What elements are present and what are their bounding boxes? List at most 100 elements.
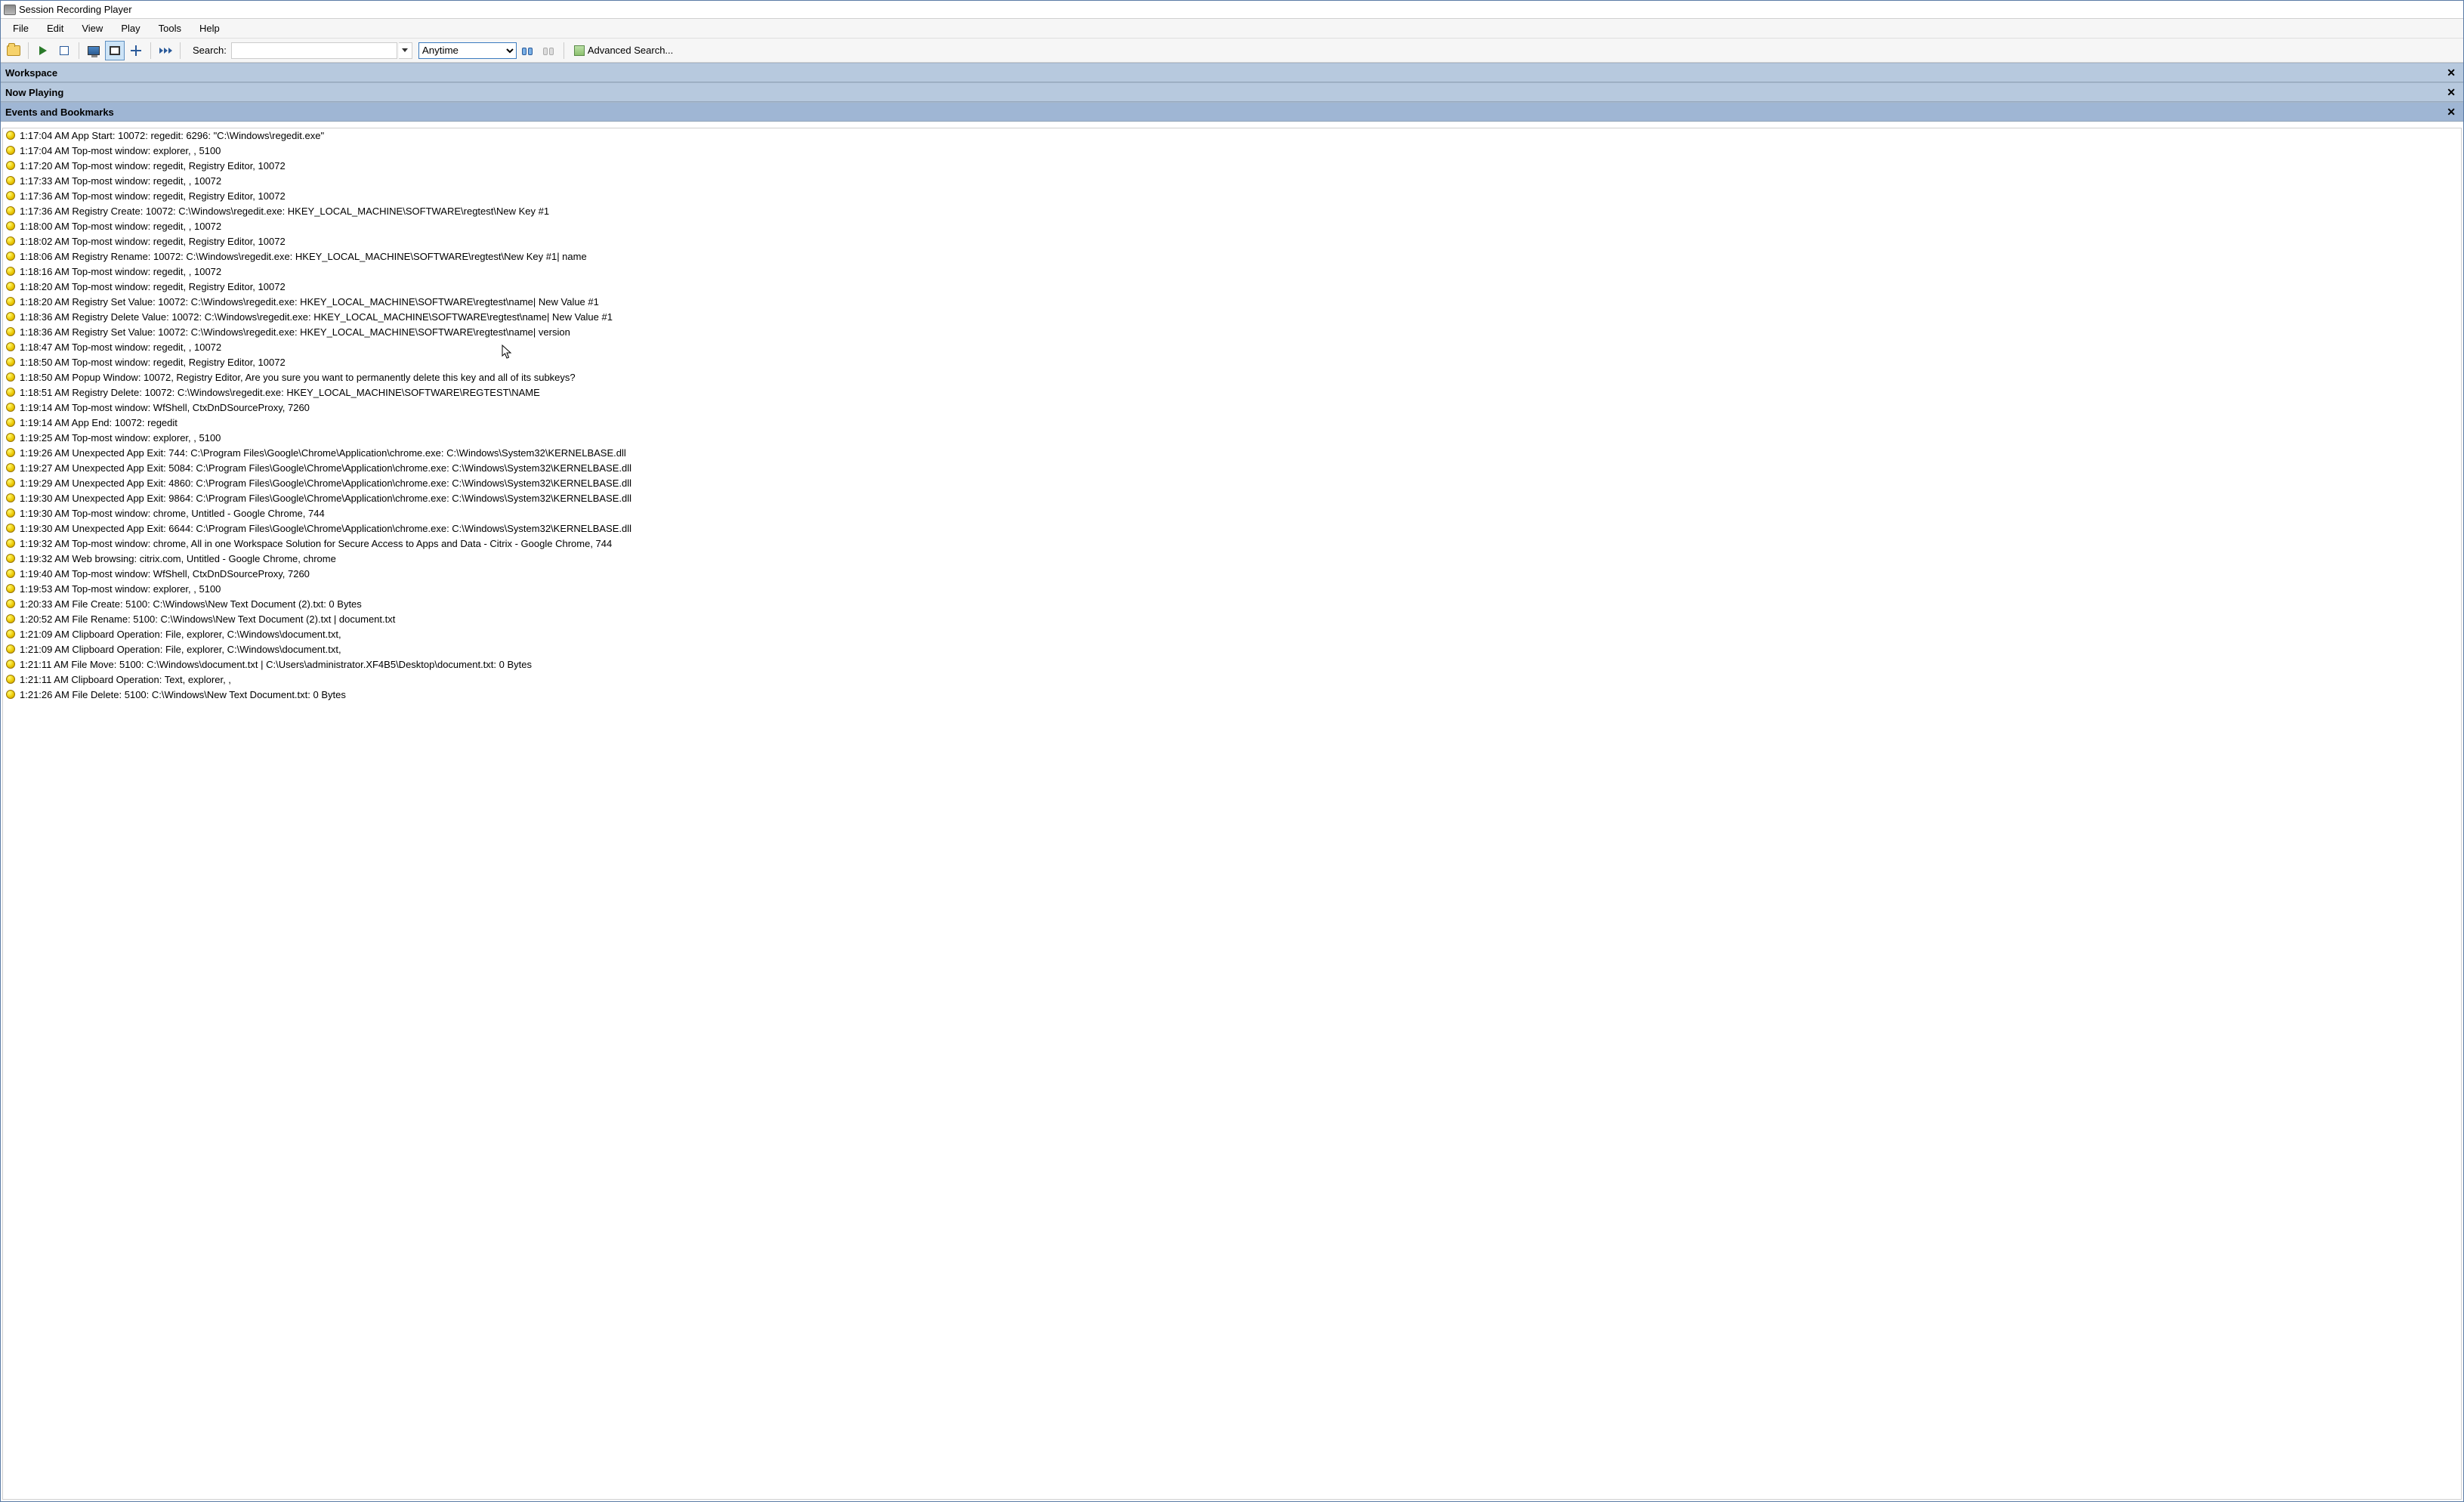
menu-play[interactable]: Play <box>113 20 147 36</box>
event-row[interactable]: 1:18:20 AM Registry Set Value: 10072: C:… <box>3 295 2461 310</box>
open-button[interactable] <box>4 41 23 60</box>
menu-view[interactable]: View <box>74 20 110 36</box>
scale-to-fit-button[interactable] <box>105 41 125 60</box>
event-text: 1:18:51 AM Registry Delete: 10072: C:\Wi… <box>20 386 2458 400</box>
event-bullet-icon <box>6 508 15 518</box>
events-pane-header[interactable]: Events and Bookmarks ✕ <box>1 102 2463 122</box>
event-bullet-icon <box>6 146 15 155</box>
event-row[interactable]: 1:19:26 AM Unexpected App Exit: 744: C:\… <box>3 446 2461 461</box>
event-row[interactable]: 1:19:30 AM Top-most window: chrome, Unti… <box>3 506 2461 521</box>
event-row[interactable]: 1:21:09 AM Clipboard Operation: File, ex… <box>3 627 2461 642</box>
event-bullet-icon <box>6 539 15 548</box>
fast-forward-button[interactable] <box>156 41 175 60</box>
workspace-close-button[interactable]: ✕ <box>2444 66 2459 79</box>
event-text: 1:21:26 AM File Delete: 5100: C:\Windows… <box>20 688 2458 702</box>
folder-open-icon <box>7 45 20 56</box>
event-bullet-icon <box>6 131 15 140</box>
event-row[interactable]: 1:20:33 AM File Create: 5100: C:\Windows… <box>3 597 2461 612</box>
advanced-search-button[interactable]: Advanced Search... <box>569 41 678 60</box>
event-row[interactable]: 1:19:30 AM Unexpected App Exit: 6644: C:… <box>3 521 2461 536</box>
event-row[interactable]: 1:21:11 AM File Move: 5100: C:\Windows\d… <box>3 657 2461 672</box>
event-text: 1:19:53 AM Top-most window: explorer, , … <box>20 583 2458 596</box>
event-row[interactable]: 1:18:00 AM Top-most window: regedit, , 1… <box>3 219 2461 234</box>
event-row[interactable]: 1:19:40 AM Top-most window: WfShell, Ctx… <box>3 567 2461 582</box>
app-icon <box>4 5 16 15</box>
workspace-pane-header[interactable]: Workspace ✕ <box>1 63 2463 82</box>
event-text: 1:21:09 AM Clipboard Operation: File, ex… <box>20 628 2458 641</box>
event-text: 1:17:04 AM App Start: 10072: regedit: 62… <box>20 129 2458 143</box>
event-text: 1:18:50 AM Top-most window: regedit, Reg… <box>20 356 2458 369</box>
event-text: 1:21:11 AM Clipboard Operation: Text, ex… <box>20 673 2458 687</box>
event-row[interactable]: 1:17:04 AM Top-most window: explorer, , … <box>3 144 2461 159</box>
menu-file[interactable]: File <box>5 20 36 36</box>
event-list[interactable]: 1:17:04 AM App Start: 10072: regedit: 62… <box>2 128 2462 1500</box>
event-row[interactable]: 1:19:30 AM Unexpected App Exit: 9864: C:… <box>3 491 2461 506</box>
event-text: 1:17:20 AM Top-most window: regedit, Reg… <box>20 159 2458 173</box>
event-bullet-icon <box>6 433 15 442</box>
event-bullet-icon <box>6 569 15 578</box>
event-text: 1:18:20 AM Top-most window: regedit, Reg… <box>20 280 2458 294</box>
menu-edit[interactable]: Edit <box>39 20 71 36</box>
event-text: 1:19:27 AM Unexpected App Exit: 5084: C:… <box>20 462 2458 475</box>
event-row[interactable]: 1:19:25 AM Top-most window: explorer, , … <box>3 431 2461 446</box>
events-close-button[interactable]: ✕ <box>2444 106 2459 119</box>
chevron-down-icon <box>402 48 408 52</box>
search-input[interactable] <box>231 42 397 59</box>
event-row[interactable]: 1:18:50 AM Popup Window: 10072, Registry… <box>3 370 2461 385</box>
event-row[interactable]: 1:19:14 AM App End: 10072: regedit <box>3 416 2461 431</box>
event-row[interactable]: 1:17:20 AM Top-most window: regedit, Reg… <box>3 159 2461 174</box>
now-playing-pane-header[interactable]: Now Playing ✕ <box>1 82 2463 102</box>
event-bullet-icon <box>6 554 15 563</box>
search-prev-button[interactable] <box>539 41 559 60</box>
event-bullet-icon <box>6 644 15 654</box>
event-row[interactable]: 1:17:33 AM Top-most window: regedit, , 1… <box>3 174 2461 189</box>
event-row[interactable]: 1:21:09 AM Clipboard Operation: File, ex… <box>3 642 2461 657</box>
event-row[interactable]: 1:19:14 AM Top-most window: WfShell, Ctx… <box>3 400 2461 416</box>
event-text: 1:17:36 AM Registry Create: 10072: C:\Wi… <box>20 205 2458 218</box>
event-row[interactable]: 1:17:36 AM Registry Create: 10072: C:\Wi… <box>3 204 2461 219</box>
menu-help[interactable]: Help <box>192 20 227 36</box>
event-text: 1:19:29 AM Unexpected App Exit: 4860: C:… <box>20 477 2458 490</box>
event-row[interactable]: 1:18:06 AM Registry Rename: 10072: C:\Wi… <box>3 249 2461 264</box>
fullscreen-button[interactable] <box>84 41 103 60</box>
event-text: 1:18:20 AM Registry Set Value: 10072: C:… <box>20 295 2458 309</box>
event-row[interactable]: 1:19:32 AM Top-most window: chrome, All … <box>3 536 2461 552</box>
event-row[interactable]: 1:18:02 AM Top-most window: regedit, Reg… <box>3 234 2461 249</box>
event-row[interactable]: 1:19:53 AM Top-most window: explorer, , … <box>3 582 2461 597</box>
menu-tools[interactable]: Tools <box>151 20 189 36</box>
advanced-search-label: Advanced Search... <box>588 45 673 56</box>
event-row[interactable]: 1:18:36 AM Registry Delete Value: 10072:… <box>3 310 2461 325</box>
event-row[interactable]: 1:21:11 AM Clipboard Operation: Text, ex… <box>3 672 2461 688</box>
time-filter-select[interactable]: Anytime <box>418 42 517 59</box>
event-row[interactable]: 1:18:50 AM Top-most window: regedit, Reg… <box>3 355 2461 370</box>
event-text: 1:19:14 AM App End: 10072: regedit <box>20 416 2458 430</box>
event-row[interactable]: 1:19:29 AM Unexpected App Exit: 4860: C:… <box>3 476 2461 491</box>
now-playing-close-button[interactable]: ✕ <box>2444 86 2459 99</box>
search-next-button[interactable] <box>518 41 538 60</box>
event-bullet-icon <box>6 327 15 336</box>
fit-icon <box>110 46 120 55</box>
event-row[interactable]: 1:21:26 AM File Delete: 5100: C:\Windows… <box>3 688 2461 703</box>
event-row[interactable]: 1:20:52 AM File Rename: 5100: C:\Windows… <box>3 612 2461 627</box>
event-bullet-icon <box>6 312 15 321</box>
event-bullet-icon <box>6 493 15 502</box>
event-text: 1:18:16 AM Top-most window: regedit, , 1… <box>20 265 2458 279</box>
event-row[interactable]: 1:18:36 AM Registry Set Value: 10072: C:… <box>3 325 2461 340</box>
panning-button[interactable] <box>126 41 146 60</box>
event-row[interactable]: 1:19:27 AM Unexpected App Exit: 5084: C:… <box>3 461 2461 476</box>
event-row[interactable]: 1:18:51 AM Registry Delete: 10072: C:\Wi… <box>3 385 2461 400</box>
event-row[interactable]: 1:18:47 AM Top-most window: regedit, , 1… <box>3 340 2461 355</box>
event-text: 1:18:36 AM Registry Delete Value: 10072:… <box>20 311 2458 324</box>
event-bullet-icon <box>6 236 15 246</box>
stop-button[interactable] <box>54 41 74 60</box>
event-row[interactable]: 1:18:20 AM Top-most window: regedit, Reg… <box>3 280 2461 295</box>
event-row[interactable]: 1:18:16 AM Top-most window: regedit, , 1… <box>3 264 2461 280</box>
event-row[interactable]: 1:17:36 AM Top-most window: regedit, Reg… <box>3 189 2461 204</box>
event-row[interactable]: 1:17:04 AM App Start: 10072: regedit: 62… <box>3 128 2461 144</box>
event-bullet-icon <box>6 191 15 200</box>
event-row[interactable]: 1:19:32 AM Web browsing: citrix.com, Unt… <box>3 552 2461 567</box>
search-dropdown-button[interactable] <box>399 42 412 59</box>
event-bullet-icon <box>6 478 15 487</box>
play-button[interactable] <box>33 41 53 60</box>
event-bullet-icon <box>6 221 15 230</box>
